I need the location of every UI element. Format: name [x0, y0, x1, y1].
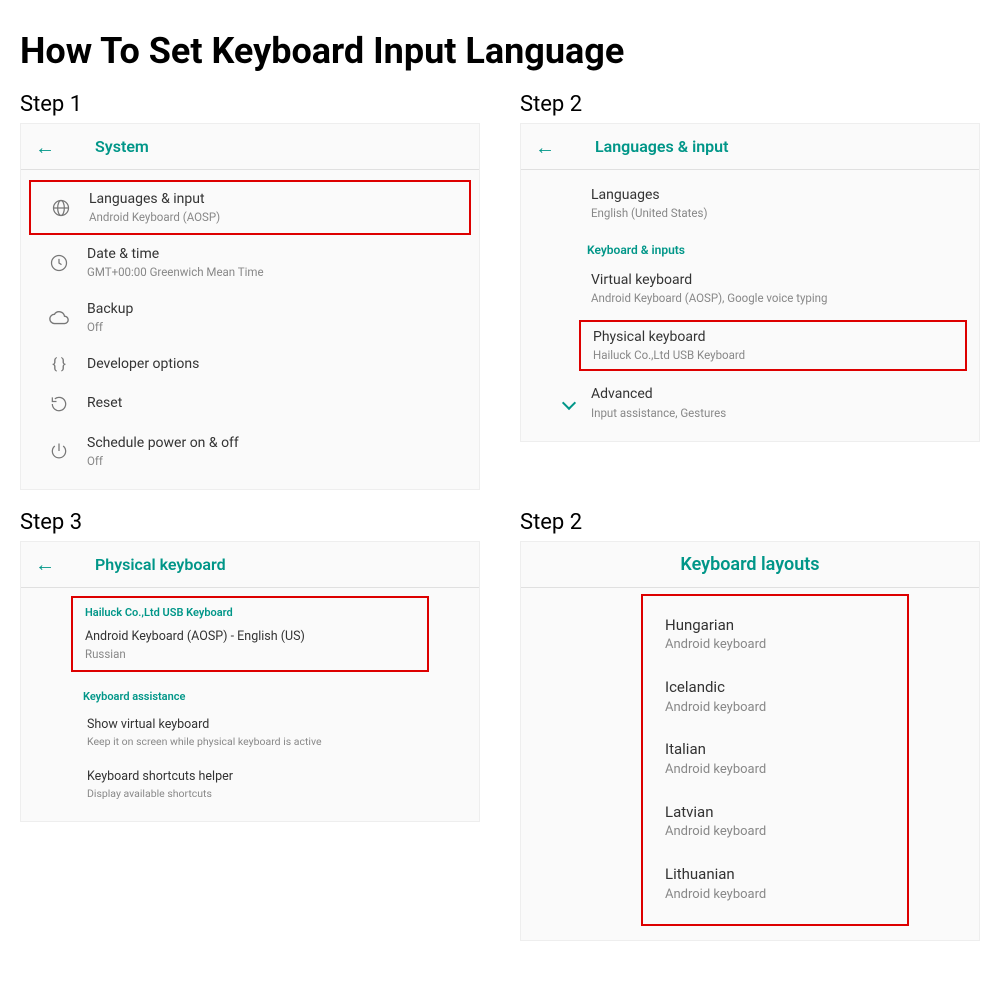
- panel-body: Languages English (United States) Keyboa…: [521, 170, 979, 441]
- page-title: How To Set Keyboard Input Language: [20, 30, 980, 72]
- row-layout[interactable]: Icelandic Android keyboard: [643, 666, 907, 728]
- row-title: Keyboard shortcuts helper: [87, 769, 465, 785]
- back-arrow-icon[interactable]: ←: [535, 137, 555, 157]
- section-keyboard-inputs: Keyboard & inputs: [521, 231, 979, 261]
- row-sub: Android keyboard: [665, 762, 889, 779]
- power-icon: [35, 441, 83, 461]
- row-title: Languages: [591, 186, 965, 204]
- step-3: Step 3 ← Physical keyboard Hailuck Co.,L…: [20, 510, 480, 941]
- row-sub: Off: [87, 454, 465, 469]
- row-sub: Android keyboard: [665, 887, 889, 904]
- row-android-keyboard[interactable]: Android Keyboard (AOSP) - English (US) R…: [85, 629, 415, 662]
- row-title: Icelandic: [665, 678, 889, 698]
- step-label: Step 2: [520, 510, 980, 535]
- header-bar: Keyboard layouts: [521, 542, 979, 588]
- panel-body: Languages & input Android Keyboard (AOSP…: [21, 170, 479, 489]
- row-sub: Android keyboard: [665, 637, 889, 654]
- row-languages[interactable]: Languages English (United States): [521, 180, 979, 231]
- step-1: Step 1 ← System Languages & input Androi…: [20, 92, 480, 490]
- steps-grid: Step 1 ← System Languages & input Androi…: [20, 92, 980, 941]
- row-title: Date & time: [87, 245, 465, 263]
- panel-keyboard-layouts: Keyboard layouts Hungarian Android keybo…: [520, 541, 980, 941]
- header-title: Languages & input: [595, 137, 728, 156]
- braces-icon: { }: [35, 355, 83, 373]
- row-sub: Off: [87, 320, 465, 335]
- panel-languages-input: ← Languages & input Languages English (U…: [520, 123, 980, 442]
- panel-physical-keyboard: ← Physical keyboard Hailuck Co.,Ltd USB …: [20, 541, 480, 822]
- row-layout[interactable]: Hungarian Android keyboard: [643, 604, 907, 666]
- row-physical-keyboard[interactable]: Physical keyboard Hailuck Co.,Ltd USB Ke…: [581, 322, 965, 369]
- row-title: Hungarian: [665, 616, 889, 636]
- row-sub: Android Keyboard (AOSP), Google voice ty…: [591, 291, 965, 306]
- header-bar: ← Languages & input: [521, 124, 979, 170]
- panel-system: ← System Languages & input Android Keybo…: [20, 123, 480, 490]
- row-sub: GMT+00:00 Greenwich Mean Time: [87, 265, 465, 280]
- row-title: Lithuanian: [665, 865, 889, 885]
- back-arrow-icon[interactable]: ←: [35, 137, 55, 157]
- chevron-down-icon: [551, 398, 587, 408]
- header-title: System: [95, 137, 149, 156]
- row-layout[interactable]: Italian Android keyboard: [643, 728, 907, 790]
- row-backup[interactable]: Backup Off: [21, 290, 479, 345]
- row-sub: Hailuck Co.,Ltd USB Keyboard: [593, 348, 957, 363]
- row-title: Developer options: [87, 355, 465, 373]
- step-4: Step 2 Keyboard layouts Hungarian Androi…: [520, 510, 980, 941]
- back-arrow-icon[interactable]: ←: [35, 554, 55, 574]
- row-sub: Android keyboard: [665, 700, 889, 717]
- panel-body: Hailuck Co.,Ltd USB Keyboard Android Key…: [21, 588, 479, 821]
- row-title: Italian: [665, 740, 889, 760]
- panel-body: Hungarian Android keyboard Icelandic And…: [521, 594, 979, 926]
- row-schedule-power[interactable]: Schedule power on & off Off: [21, 424, 479, 479]
- step-2: Step 2 ← Languages & input Languages Eng…: [520, 92, 980, 490]
- header-bar: ← Physical keyboard: [21, 542, 479, 588]
- row-languages-input[interactable]: Languages & input Android Keyboard (AOSP…: [31, 182, 469, 233]
- row-title: Latvian: [665, 803, 889, 823]
- row-title: Schedule power on & off: [87, 434, 465, 452]
- row-title: Physical keyboard: [593, 328, 957, 346]
- row-title: Backup: [87, 300, 465, 318]
- row-virtual-keyboard[interactable]: Virtual keyboard Android Keyboard (AOSP)…: [521, 261, 979, 316]
- row-advanced[interactable]: Advanced Input assistance, Gestures: [521, 375, 979, 430]
- row-layout[interactable]: Latvian Android keyboard: [643, 791, 907, 853]
- row-sub: Android keyboard: [665, 824, 889, 841]
- row-title: Languages & input: [89, 190, 463, 208]
- row-sub: English (United States): [591, 206, 965, 221]
- section-device-name: Hailuck Co.,Ltd USB Keyboard: [85, 606, 415, 619]
- highlight-usb-keyboard: Hailuck Co.,Ltd USB Keyboard Android Key…: [71, 596, 429, 672]
- row-sub: Android Keyboard (AOSP): [89, 210, 463, 225]
- step-label: Step 2: [520, 92, 980, 117]
- row-reset[interactable]: Reset: [21, 384, 479, 424]
- row-sub: Russian: [85, 647, 415, 662]
- step-label: Step 1: [20, 92, 480, 117]
- highlight-physical-keyboard: Physical keyboard Hailuck Co.,Ltd USB Ke…: [579, 320, 967, 371]
- row-title: Show virtual keyboard: [87, 717, 465, 733]
- row-shortcuts-helper[interactable]: Keyboard shortcuts helper Display availa…: [21, 759, 479, 811]
- row-sub: Keep it on screen while physical keyboar…: [87, 735, 465, 749]
- section-keyboard-assistance: Keyboard assistance: [21, 680, 479, 707]
- globe-icon: [37, 198, 85, 218]
- row-title: Advanced: [591, 385, 965, 403]
- row-title: Virtual keyboard: [591, 271, 965, 289]
- header-bar: ← System: [21, 124, 479, 170]
- row-developer[interactable]: { } Developer options: [21, 345, 479, 383]
- highlight-languages-input: Languages & input Android Keyboard (AOSP…: [29, 180, 471, 235]
- cloud-icon: [35, 310, 83, 326]
- header-title: Physical keyboard: [95, 555, 226, 574]
- row-sub: Input assistance, Gestures: [591, 406, 965, 421]
- row-layout[interactable]: Lithuanian Android keyboard: [643, 853, 907, 915]
- step-label: Step 3: [20, 510, 480, 535]
- row-title: Reset: [87, 394, 465, 412]
- reset-icon: [35, 394, 83, 414]
- highlight-layouts-list: Hungarian Android keyboard Icelandic And…: [641, 594, 909, 926]
- row-show-virtual[interactable]: Show virtual keyboard Keep it on screen …: [21, 707, 479, 759]
- header-title: Keyboard layouts: [680, 554, 819, 575]
- row-sub: Display available shortcuts: [87, 787, 465, 801]
- clock-icon: [35, 253, 83, 273]
- row-title: Android Keyboard (AOSP) - English (US): [85, 629, 415, 645]
- row-date-time[interactable]: Date & time GMT+00:00 Greenwich Mean Tim…: [21, 235, 479, 290]
